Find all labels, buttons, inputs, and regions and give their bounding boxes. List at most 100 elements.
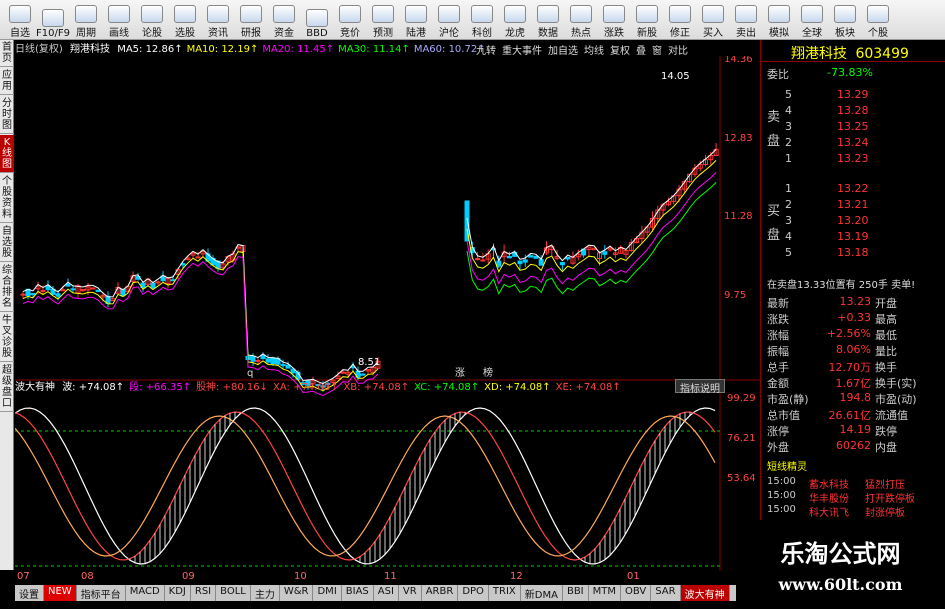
side-tab[interactable]: 综合排名 <box>0 263 14 312</box>
side-tab[interactable]: 首页 <box>0 40 14 67</box>
indicator-explain-button[interactable]: 指标说明 <box>675 379 725 395</box>
indicator-tab[interactable]: BIAS <box>342 585 374 601</box>
indicator-tab[interactable]: BOLL <box>216 585 251 601</box>
price-axis-label: 14.36 <box>724 56 753 65</box>
toolbar-button[interactable]: 新股 <box>631 1 663 39</box>
toolbar-icon <box>174 5 196 23</box>
sell-row[interactable]: 4 13.28 <box>765 104 943 118</box>
toolbar-button[interactable]: 修正 <box>664 1 696 39</box>
indicator-tab[interactable]: SAR <box>651 585 681 601</box>
buy-row[interactable]: 2 13.21 <box>765 198 943 212</box>
toolbar-button[interactable]: 热点 <box>565 1 597 39</box>
toolbar-button[interactable]: 画线 <box>103 1 135 39</box>
spirit-event: 封涨停板 <box>865 508 905 519</box>
toolbar-button[interactable]: 龙虎 <box>499 1 531 39</box>
price-axis-label: 12.83 <box>724 133 753 144</box>
toolbar-button[interactable]: 个股 <box>862 1 894 39</box>
toolbar-button[interactable]: 选股 <box>169 1 201 39</box>
kline-chart[interactable]: 14.36 12.83 11.28 9.75 99.29 76.21 53.64 14.05 8… <box>15 56 760 585</box>
toolbar-button[interactable]: 资金 <box>268 1 300 39</box>
spirit-row[interactable]: 15:00 科大讯飞 封涨停板 <box>765 504 943 519</box>
buy-row[interactable]: 1 13.22 <box>765 182 943 196</box>
indicator-tab[interactable]: MTM <box>589 585 621 601</box>
toolbar-button[interactable]: 陆港 <box>400 1 432 39</box>
toolbar-button[interactable]: 周期 <box>70 1 102 39</box>
indicator-tab[interactable]: MACD <box>126 585 165 601</box>
toolbar-button[interactable]: 竞价 <box>334 1 366 39</box>
indicator-tab[interactable]: DPO <box>458 585 489 601</box>
toolbar-label: 修正 <box>670 28 690 39</box>
toolbar-button[interactable]: 沪伦 <box>433 1 465 39</box>
toolbar-button[interactable]: 全球 <box>796 1 828 39</box>
toolbar-button[interactable]: F10/F9 <box>36 1 70 39</box>
spirit-row[interactable]: 15:00 华丰股份 打开跌停板 <box>765 490 943 505</box>
indicator-tab[interactable]: TRIX <box>489 585 521 601</box>
indicator-tab[interactable]: W&R <box>280 585 314 601</box>
toolbar-button[interactable]: 数据 <box>532 1 564 39</box>
toolbar-button[interactable]: 涨跌 <box>598 1 630 39</box>
toolbar-button[interactable]: 模拟 <box>763 1 795 39</box>
chart-mode[interactable]: 日线(复权) <box>15 44 63 55</box>
toolbar-label: BBD <box>306 28 328 39</box>
stat-label-right: 跌停 <box>875 425 897 438</box>
toolbar-button[interactable]: BBD <box>301 1 333 39</box>
toolbar-icon <box>438 5 460 23</box>
indicator-tab[interactable]: ARBR <box>422 585 459 601</box>
indicator-tab[interactable]: BBI <box>563 585 589 601</box>
stat-row: 涨跌 +0.33 最高 <box>765 311 943 326</box>
quote-stock-name: 翔港科技 <box>791 46 847 62</box>
buy-row[interactable]: 3 13.20 <box>765 214 943 228</box>
sell-row[interactable]: 5 13.29 <box>765 88 943 102</box>
indicator-tab[interactable]: OBV <box>621 585 652 601</box>
side-tab[interactable]: 个股资料 <box>0 174 14 223</box>
toolbar-button[interactable]: 资讯 <box>202 1 234 39</box>
toolbar-button[interactable]: 研报 <box>235 1 267 39</box>
side-tab[interactable]: K线图 <box>0 135 14 173</box>
toolbar-button[interactable]: 买入 <box>697 1 729 39</box>
spirit-time: 15:00 <box>767 476 796 487</box>
buy-row[interactable]: 4 13.19 <box>765 230 943 244</box>
toolbar-button[interactable]: 自选 <box>4 1 36 39</box>
sell-row[interactable]: 2 13.24 <box>765 136 943 150</box>
toolbar-icon <box>834 5 856 23</box>
toolbar-button[interactable]: 预测 <box>367 1 399 39</box>
toolbar-label: 卖出 <box>736 28 756 39</box>
indicator-tab[interactable]: 新DMA <box>521 585 563 601</box>
candle-body <box>475 258 481 261</box>
sell-side-label: 卖盘 <box>767 110 781 149</box>
indicator-tab[interactable]: 波大有神 <box>680 585 730 601</box>
candle-body <box>265 358 271 363</box>
toolbar-label: 沪伦 <box>439 28 459 39</box>
toolbar-icon <box>372 5 394 23</box>
ma-label: MA5: 12.86↑ <box>117 44 183 55</box>
toolbar-button[interactable]: 科创 <box>466 1 498 39</box>
buy-row[interactable]: 5 13.18 <box>765 246 943 260</box>
spirit-title[interactable]: 短线精灵 <box>767 458 807 473</box>
indicator-tab[interactable]: 主力 <box>251 585 280 601</box>
indicator-tab[interactable]: KDJ <box>165 585 191 601</box>
toolbar-button[interactable]: 论股 <box>136 1 168 39</box>
indicator-tab[interactable]: ASI <box>374 585 399 601</box>
side-tab[interactable]: 超级盘口 <box>0 363 14 412</box>
ma-label: MA10: 12.19↑ <box>186 44 259 55</box>
side-tab[interactable]: 自选股 <box>0 224 14 262</box>
indicator-tab[interactable]: NEW <box>44 585 77 601</box>
side-tab[interactable]: 应用 <box>0 68 14 95</box>
indicator-tab[interactable]: 设置 <box>15 585 44 601</box>
sell-level: 5 <box>785 88 792 101</box>
spirit-row[interactable]: 15:00 蓄水科技 猛烈打压 <box>765 476 943 491</box>
toolbar-button[interactable]: 卖出 <box>730 1 762 39</box>
toolbar-label: 买入 <box>703 28 723 39</box>
sell-row[interactable]: 3 13.25 <box>765 120 943 134</box>
indicator-tab[interactable]: DMI <box>313 585 342 601</box>
indicator-value: XD: +74.08↑ <box>484 382 551 393</box>
indicator-tab[interactable]: VR <box>399 585 422 601</box>
sell-row[interactable]: 1 13.23 <box>765 152 943 166</box>
toolbar-button[interactable]: 板块 <box>829 1 861 39</box>
buy-level: 2 <box>785 198 792 211</box>
side-tab[interactable]: 牛叉诊股 <box>0 313 14 362</box>
indicator-tab[interactable]: 指标平台 <box>77 585 126 601</box>
indicator-tab[interactable]: RSI <box>191 585 217 601</box>
side-tab[interactable]: 分时图 <box>0 96 14 134</box>
candle-body <box>20 293 26 296</box>
